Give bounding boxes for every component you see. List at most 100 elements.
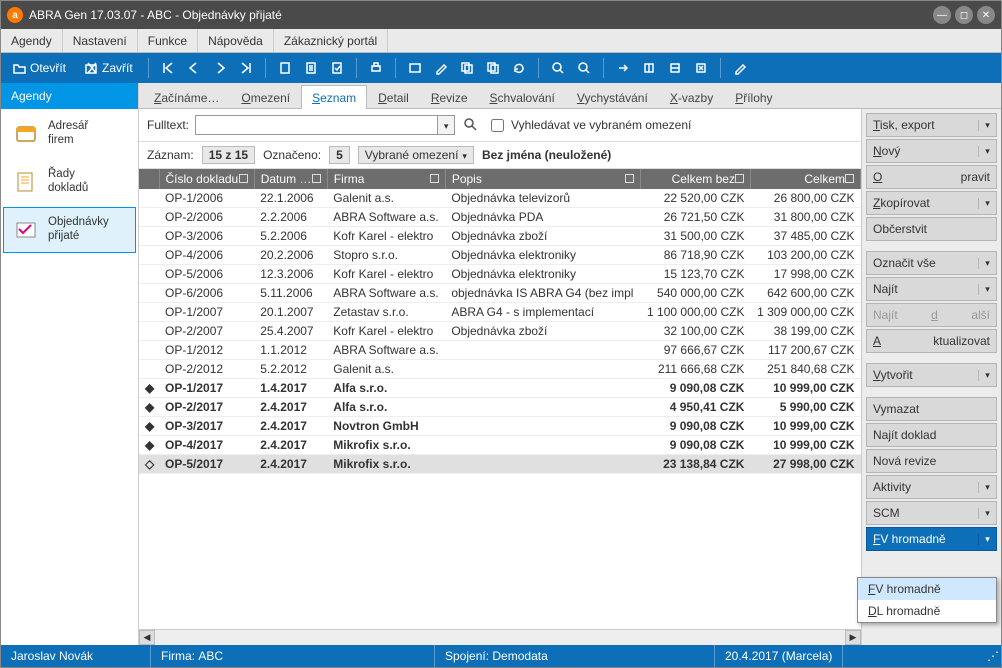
table-row[interactable]: OP-1/200720.1.2007Zetastav s.r.o.ABRA G4… xyxy=(139,303,861,322)
table-row[interactable]: ◆OP-3/20172.4.2017Novtron GmbH9 090,08 C… xyxy=(139,417,861,436)
tab-revize[interactable]: Revize xyxy=(420,85,479,109)
table-row[interactable]: ◇OP-5/20172.4.2017Mikrofix s.r.o.23 138,… xyxy=(139,455,861,474)
scroll-right-button[interactable]: ▶ xyxy=(845,630,861,645)
action-button-aktualizovat[interactable]: Aktualizovat xyxy=(866,329,997,353)
table-row[interactable]: OP-1/200622.1.2006Galenit a.s.Objednávka… xyxy=(139,189,861,208)
action-button-ob-erstvit[interactable]: Občerstvit xyxy=(866,217,997,241)
toolbar-btn-d[interactable] xyxy=(404,57,426,79)
column-header[interactable]: Celkem bez xyxy=(640,169,750,189)
menu-agendy[interactable]: Agendy xyxy=(1,29,63,52)
toolbar-btn-j[interactable] xyxy=(573,57,595,79)
toolbar-btn-h[interactable] xyxy=(508,57,530,79)
toolbar-btn-o[interactable] xyxy=(729,57,751,79)
table-row[interactable]: OP-6/20065.11.2006ABRA Software a.s.obje… xyxy=(139,284,861,303)
action-button-nov-revize[interactable]: Nová revize xyxy=(866,449,997,473)
toolbar-close-button[interactable]: Zavřít xyxy=(77,58,140,78)
menu-funkce[interactable]: Funkce xyxy=(138,29,198,52)
nav-first-button[interactable] xyxy=(157,57,179,79)
tab-schvalování[interactable]: Schvalování xyxy=(479,85,566,109)
toolbar-btn-e[interactable] xyxy=(430,57,452,79)
tab-přílohy[interactable]: Přílohy xyxy=(724,85,783,109)
dropdown-caret-icon[interactable] xyxy=(978,146,996,157)
column-header[interactable]: Firma xyxy=(327,169,445,189)
table-row[interactable]: OP-3/20065.2.2006Kofr Karel - elektroObj… xyxy=(139,227,861,246)
nav-last-button[interactable] xyxy=(235,57,257,79)
action-button-zkop-rovat[interactable]: Zkopírovat xyxy=(866,191,997,215)
toolbar-btn-a[interactable] xyxy=(274,57,296,79)
toolbar-btn-k[interactable] xyxy=(612,57,634,79)
popup-item[interactable]: DL hromadně xyxy=(858,600,996,622)
column-header[interactable]: Datum … xyxy=(254,169,327,189)
table-row[interactable]: OP-4/200620.2.2006Stopro s.r.o.Objednávk… xyxy=(139,246,861,265)
resize-grip-icon[interactable]: ⋰ xyxy=(985,649,1001,663)
popup-item[interactable]: FV hromadně xyxy=(858,578,996,600)
toolbar-btn-f[interactable] xyxy=(456,57,478,79)
toolbar-btn-l[interactable] xyxy=(638,57,660,79)
close-button[interactable]: ✕ xyxy=(977,6,995,24)
horizontal-scrollbar[interactable]: ◀ ▶ xyxy=(139,629,861,645)
toolbar-btn-i[interactable] xyxy=(547,57,569,79)
sidebar-item-0[interactable]: Adresářfirem xyxy=(3,111,136,157)
action-button-vytvo-it[interactable]: Vytvořit xyxy=(866,363,997,387)
fulltext-dropdown-button[interactable] xyxy=(438,115,455,135)
table-row[interactable]: OP-5/200612.3.2006Kofr Karel - elektroOb… xyxy=(139,265,861,284)
tab-seznam[interactable]: Seznam xyxy=(301,85,367,109)
tab-začínáme…[interactable]: Začínáme… xyxy=(143,85,230,109)
sidebar-item-2[interactable]: Objednávkypřijaté xyxy=(3,207,136,253)
table-row[interactable]: OP-2/20125.2.2012Galenit a.s.211 666,68 … xyxy=(139,360,861,379)
fulltext-input[interactable] xyxy=(195,115,438,135)
table-row[interactable]: OP-2/20062.2.2006ABRA Software a.s.Objed… xyxy=(139,208,861,227)
menu-nastaveni[interactable]: Nastavení xyxy=(63,29,138,52)
table-row[interactable]: ◆OP-1/20171.4.2017Alfa s.r.o.9 090,08 CZ… xyxy=(139,379,861,398)
scroll-left-button[interactable]: ◀ xyxy=(139,630,155,645)
column-header[interactable]: Číslo dokladu xyxy=(159,169,254,189)
toolbar-btn-g[interactable] xyxy=(482,57,504,79)
toolbar-btn-m[interactable] xyxy=(664,57,686,79)
toolbar-open-button[interactable]: Otevřít xyxy=(5,58,73,78)
dropdown-caret-icon[interactable] xyxy=(978,508,996,519)
dropdown-caret-icon[interactable] xyxy=(978,284,996,295)
dropdown-caret-icon[interactable] xyxy=(978,198,996,209)
action-button-aktivity[interactable]: Aktivity xyxy=(866,475,997,499)
toolbar-btn-b[interactable] xyxy=(300,57,322,79)
search-in-filter-checkbox[interactable] xyxy=(491,119,504,132)
action-button-scm[interactable]: SCM xyxy=(866,501,997,525)
action-button-naj-t-doklad[interactable]: Najít doklad xyxy=(866,423,997,447)
action-button-opravit[interactable]: Opravit xyxy=(866,165,997,189)
tab-detail[interactable]: Detail xyxy=(367,85,420,109)
column-header[interactable]: Celkem xyxy=(750,169,860,189)
toolbar-btn-n[interactable] xyxy=(690,57,712,79)
tab-omezení[interactable]: Omezení xyxy=(230,85,301,109)
action-button-nov-[interactable]: Nový xyxy=(866,139,997,163)
action-button-fv-hromadn-[interactable]: FV hromadně xyxy=(866,527,997,551)
sidebar-item-label: Adresářfirem xyxy=(48,120,88,148)
table-row[interactable]: ◆OP-4/20172.4.2017Mikrofix s.r.o.9 090,0… xyxy=(139,436,861,455)
action-button-naj-t[interactable]: Najít xyxy=(866,277,997,301)
dropdown-caret-icon[interactable] xyxy=(978,258,996,269)
filter-dropdown-button[interactable]: Vybrané omezení xyxy=(358,146,474,164)
table-row[interactable]: OP-1/20121.1.2012ABRA Software a.s.97 66… xyxy=(139,341,861,360)
tab-x-vazby[interactable]: X-vazby xyxy=(659,85,724,109)
dropdown-caret-icon[interactable] xyxy=(978,482,996,493)
minimize-button[interactable]: — xyxy=(933,6,951,24)
column-header[interactable]: Popis xyxy=(445,169,640,189)
menu-zakaznicky-portal[interactable]: Zákaznický portál xyxy=(274,29,388,52)
action-button-ozna-it-v-e[interactable]: Označit vše xyxy=(866,251,997,275)
nav-prev-button[interactable] xyxy=(183,57,205,79)
nav-next-button[interactable] xyxy=(209,57,231,79)
toolbar-btn-c[interactable] xyxy=(326,57,348,79)
maximize-button[interactable]: ◻ xyxy=(955,6,973,24)
action-button-vymazat[interactable]: Vymazat xyxy=(866,397,997,421)
sidebar-item-1[interactable]: Řadydokladů xyxy=(3,159,136,205)
tab-vychystávání[interactable]: Vychystávání xyxy=(566,85,659,109)
action-button-tisk-export[interactable]: Tisk, export xyxy=(866,113,997,137)
dropdown-caret-icon[interactable] xyxy=(978,120,996,131)
dropdown-caret-icon[interactable] xyxy=(978,534,996,545)
table-row[interactable]: ◆OP-2/20172.4.2017Alfa s.r.o.4 950,41 CZ… xyxy=(139,398,861,417)
menu-napoveda[interactable]: Nápověda xyxy=(198,29,274,52)
toolbar-print-button[interactable] xyxy=(365,57,387,79)
search-button[interactable] xyxy=(461,115,481,135)
table-row[interactable]: OP-2/200725.4.2007Kofr Karel - elektroOb… xyxy=(139,322,861,341)
orders-grid[interactable]: Číslo dokladuDatum …FirmaPopisCelkem bez… xyxy=(139,169,861,474)
dropdown-caret-icon[interactable] xyxy=(978,370,996,381)
